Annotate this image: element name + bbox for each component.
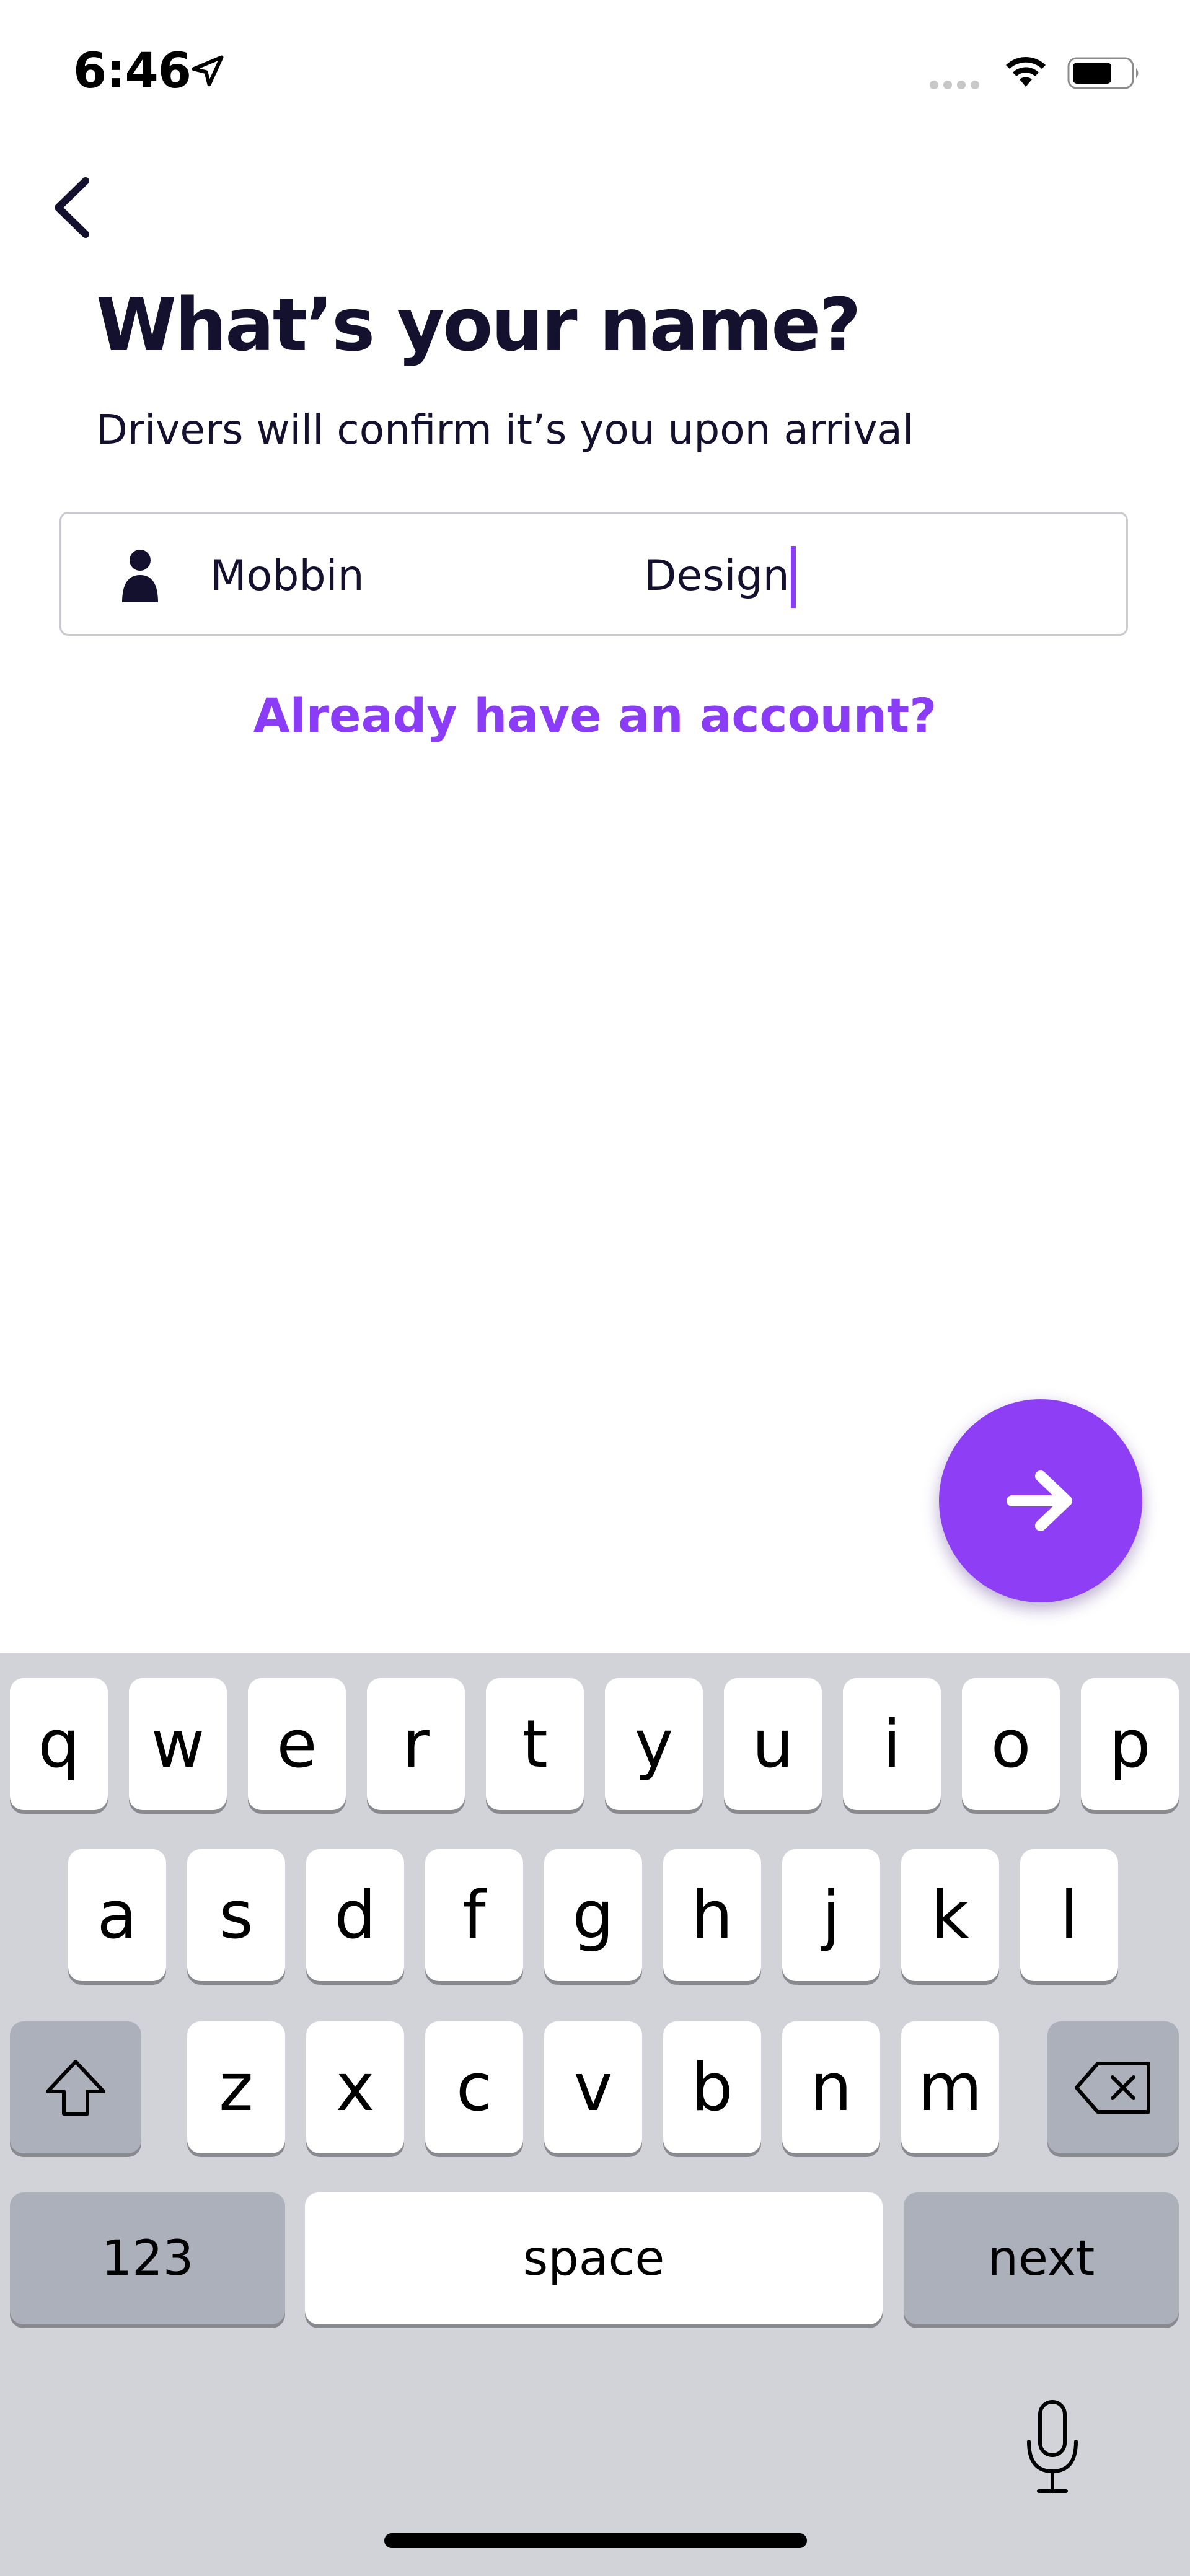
key-n[interactable]: n <box>782 2021 880 2153</box>
last-name-input[interactable] <box>644 546 830 605</box>
back-button[interactable] <box>43 167 112 248</box>
key-v[interactable]: v <box>544 2021 642 2153</box>
key-a[interactable]: a <box>68 1849 166 1981</box>
chevron-left-icon <box>55 177 89 238</box>
cellular-signal-icon <box>930 81 984 92</box>
already-have-account-link[interactable]: Already have an account? <box>0 688 1190 743</box>
wifi-icon <box>1006 57 1046 87</box>
key-t[interactable]: t <box>486 1678 584 1810</box>
key-x[interactable]: x <box>306 2021 404 2153</box>
numbers-key[interactable]: 123 <box>10 2192 285 2324</box>
key-k[interactable]: k <box>901 1849 999 1981</box>
key-z[interactable]: z <box>187 2021 285 2153</box>
person-icon <box>122 550 158 602</box>
key-y[interactable]: y <box>605 1678 703 1810</box>
page-subtitle: Drivers will confirm it’s you upon arriv… <box>96 406 914 454</box>
key-j[interactable]: j <box>782 1849 880 1981</box>
key-p[interactable]: p <box>1081 1678 1179 1810</box>
name-field[interactable] <box>60 512 1128 636</box>
home-indicator <box>384 2533 807 2548</box>
shift-key[interactable] <box>10 2021 141 2153</box>
page-title: What’s your name? <box>96 282 862 367</box>
next-button[interactable] <box>939 1399 1142 1602</box>
microphone-icon[interactable] <box>1021 2398 1083 2497</box>
key-e[interactable]: e <box>248 1678 346 1810</box>
keyboard: q w e r t y u i o p a s d f g h j k l z … <box>0 1653 1190 2576</box>
key-d[interactable]: d <box>306 1849 404 1981</box>
key-g[interactable]: g <box>544 1849 642 1981</box>
shift-arrow-icon <box>46 2059 105 2116</box>
delete-key[interactable] <box>1047 2021 1179 2153</box>
key-b[interactable]: b <box>663 2021 761 2153</box>
key-h[interactable]: h <box>663 1849 761 1981</box>
key-u[interactable]: u <box>724 1678 822 1810</box>
status-bar: 6:46 <box>0 0 1190 143</box>
battery-icon <box>1067 57 1139 89</box>
key-o[interactable]: o <box>962 1678 1060 1810</box>
backspace-icon <box>1075 2061 1150 2114</box>
next-key[interactable]: next <box>904 2192 1179 2324</box>
status-time: 6:46 <box>73 43 192 99</box>
key-l[interactable]: l <box>1020 1849 1118 1981</box>
key-r[interactable]: r <box>367 1678 465 1810</box>
key-m[interactable]: m <box>901 2021 999 2153</box>
location-arrow-icon <box>192 55 224 87</box>
arrow-right-icon <box>1007 1470 1072 1531</box>
key-i[interactable]: i <box>843 1678 941 1810</box>
key-c[interactable]: c <box>425 2021 523 2153</box>
space-key[interactable]: space <box>305 2192 883 2324</box>
text-cursor <box>791 546 796 608</box>
first-name-input[interactable] <box>210 546 582 605</box>
key-f[interactable]: f <box>425 1849 523 1981</box>
key-q[interactable]: q <box>10 1678 108 1810</box>
key-s[interactable]: s <box>187 1849 285 1981</box>
key-w[interactable]: w <box>129 1678 227 1810</box>
